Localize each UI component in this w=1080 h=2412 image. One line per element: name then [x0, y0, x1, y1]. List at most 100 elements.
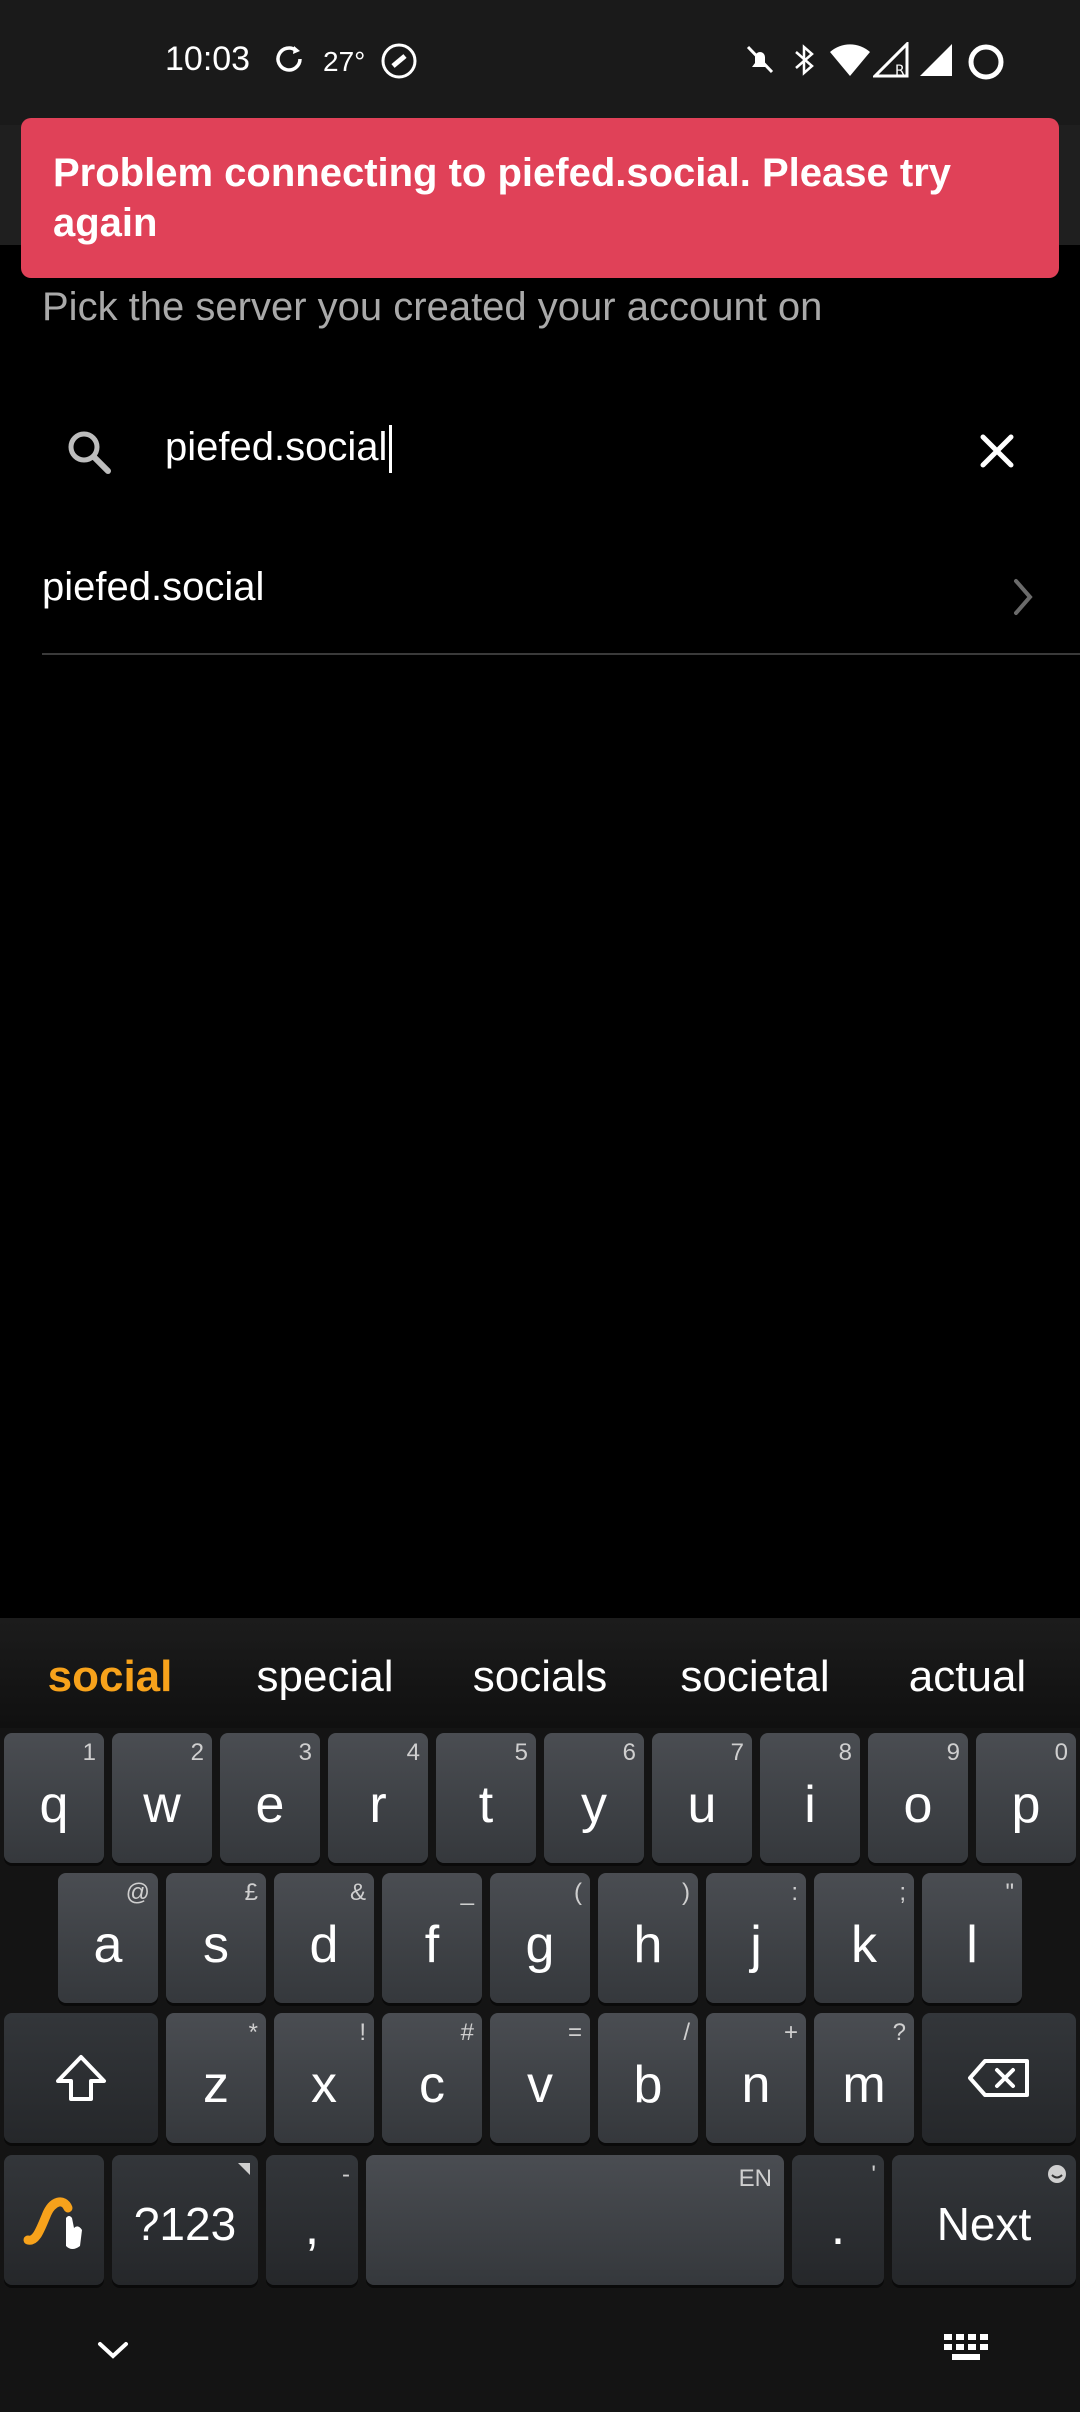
key-z[interactable]: * z: [166, 2013, 266, 2143]
key-h[interactable]: ) h: [598, 1873, 698, 2003]
key-hint: &: [349, 1879, 366, 1906]
key-hint: ): [682, 1879, 690, 1906]
key-label: g: [525, 1916, 555, 1974]
key-hint: +: [783, 2019, 798, 2046]
key-v[interactable]: = v: [490, 2013, 590, 2143]
search-bar[interactable]: piefed.social: [42, 395, 1042, 505]
key-a[interactable]: @ a: [58, 1873, 158, 2003]
key-label: c: [419, 2056, 445, 2114]
keyboard-switcher-icon[interactable]: [942, 2332, 990, 2364]
comma-key[interactable]: -,: [266, 2155, 358, 2285]
symbols-key[interactable]: ?123: [112, 2155, 258, 2285]
key-hint: 5: [514, 1739, 528, 1766]
key-label: o: [903, 1776, 933, 1834]
app-notification-icon: [381, 43, 417, 79]
suggestion-social[interactable]: social: [30, 1652, 190, 1702]
spacebar-key[interactable]: EN: [366, 2155, 784, 2285]
key-label: a: [93, 1916, 123, 1974]
key-g[interactable]: (g: [490, 1873, 590, 2003]
key-label: p: [1011, 1776, 1041, 1834]
key-label: .: [830, 2198, 846, 2256]
key-k[interactable]: ; k: [814, 1873, 914, 2003]
key-label: y: [581, 1776, 607, 1834]
key-hint: 2: [190, 1739, 204, 1766]
suggestion-actual[interactable]: actual: [880, 1652, 1055, 1702]
shift-arrow-icon: [56, 2055, 106, 2101]
server-search-input[interactable]: piefed.social: [165, 425, 393, 474]
svg-text:R: R: [895, 63, 905, 78]
suggestion-socials[interactable]: socials: [455, 1652, 625, 1702]
key-hint: /: [683, 2019, 690, 2046]
key-x[interactable]: ! x: [274, 2013, 374, 2143]
key-hint: 0: [1054, 1739, 1068, 1766]
status-temperature: 27°: [323, 46, 366, 77]
key-i[interactable]: 8i: [760, 1733, 860, 1863]
key-hint: *: [248, 2019, 258, 2046]
key-o[interactable]: 9o: [868, 1733, 968, 1863]
wifi-icon: [830, 44, 870, 76]
bell-muted-icon: [746, 45, 774, 74]
next-key-label: Next: [936, 2198, 1032, 2250]
key-label: j: [750, 1916, 762, 1974]
key-label: n: [741, 2056, 771, 2114]
key-b[interactable]: / b: [598, 2013, 698, 2143]
key-hint: 8: [838, 1739, 852, 1766]
server-result-item[interactable]: piefed.social: [42, 545, 1080, 655]
key-p[interactable]: 0p: [976, 1733, 1076, 1863]
key-label: h: [633, 1916, 663, 1974]
key-u[interactable]: 7u: [652, 1733, 752, 1863]
suggestion-special[interactable]: special: [240, 1652, 410, 1702]
search-icon: [68, 431, 111, 474]
search-input-value: piefed.social: [165, 425, 388, 469]
key-label: x: [311, 2056, 337, 2114]
symbols-key-label: ?123: [133, 2198, 237, 2250]
key-label: s: [203, 1916, 229, 1974]
key-s[interactable]: £ s: [166, 1873, 266, 2003]
key-hint: ?: [892, 2019, 906, 2046]
signal-roaming-icon: R: [873, 42, 909, 78]
backspace-key[interactable]: [922, 2013, 1076, 2143]
next-key[interactable]: Next: [892, 2155, 1076, 2285]
key-c[interactable]: # c: [382, 2013, 482, 2143]
key-r[interactable]: 4r: [328, 1733, 428, 1863]
navigation-bar: [0, 2300, 1080, 2412]
key-hint: @: [125, 1879, 150, 1906]
key-n[interactable]: + n: [706, 2013, 806, 2143]
key-label: k: [851, 1916, 877, 1974]
status-time: 10:03: [165, 40, 251, 78]
period-key[interactable]: '.: [792, 2155, 884, 2285]
key-d[interactable]: & d: [274, 1873, 374, 2003]
key-label: w: [143, 1776, 181, 1834]
key-hint: (: [574, 1879, 582, 1906]
key-w[interactable]: 2w: [112, 1733, 212, 1863]
key-j[interactable]: :j: [706, 1873, 806, 2003]
shift-key[interactable]: [4, 2013, 158, 2143]
key-hint: 1: [82, 1739, 96, 1766]
key-f[interactable]: _ f: [382, 1873, 482, 2003]
swype-key[interactable]: [4, 2155, 104, 2285]
key-label: b: [633, 2056, 663, 2114]
error-toast[interactable]: Problem connecting to piefed.social. Ple…: [21, 118, 1059, 278]
key-hint: _: [460, 1879, 474, 1906]
key-m[interactable]: ? m: [814, 2013, 914, 2143]
key-label: d: [309, 1916, 339, 1974]
key-label: e: [255, 1776, 285, 1834]
swype-logo-icon: [23, 2197, 82, 2249]
key-e[interactable]: 3e: [220, 1733, 320, 1863]
page-subtitle: Pick the server you created your account…: [42, 285, 823, 329]
suggestion-bar: social special socials societal actual: [0, 1618, 1080, 1728]
key-q[interactable]: 1q: [4, 1733, 104, 1863]
key-label: i: [804, 1776, 816, 1834]
bluetooth-icon: [795, 44, 814, 76]
key-hint: =: [567, 2019, 582, 2046]
key-y[interactable]: 6y: [544, 1733, 644, 1863]
suggestion-societal[interactable]: societal: [665, 1652, 845, 1702]
clear-search-icon[interactable]: [977, 431, 1017, 471]
key-t[interactable]: 5t: [436, 1733, 536, 1863]
key-hint: 7: [730, 1739, 744, 1766]
sync-icon: [276, 46, 302, 72]
key-l[interactable]: " l: [922, 1873, 1022, 2003]
hide-keyboard-chevron-icon[interactable]: [96, 2338, 130, 2362]
key-hint: £: [244, 1879, 258, 1906]
key-hint: ': [871, 2161, 876, 2188]
